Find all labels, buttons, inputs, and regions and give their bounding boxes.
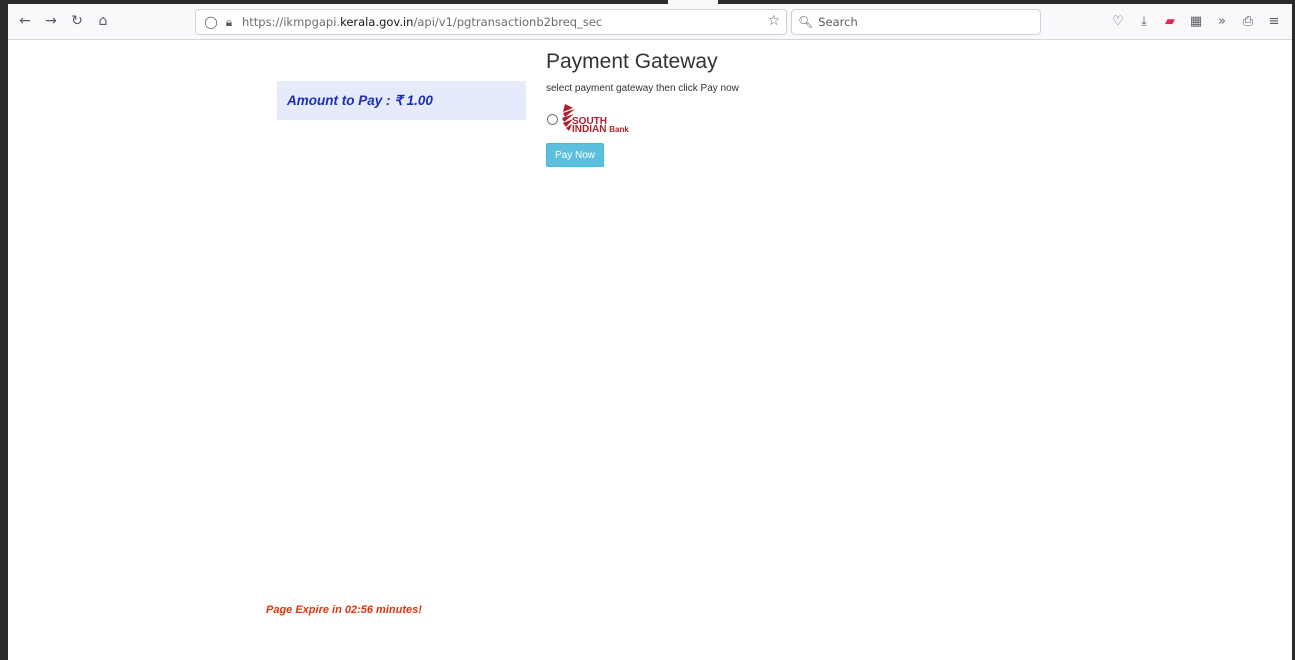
url-domain: kerala.gov.in xyxy=(340,15,414,29)
reload-icon[interactable]: ↻ xyxy=(66,10,88,32)
back-icon[interactable]: ← xyxy=(14,10,36,32)
bookmark-star-icon[interactable]: ☆ xyxy=(767,13,780,29)
window-frame xyxy=(0,0,1295,660)
download-icon[interactable]: ⤓ xyxy=(1134,11,1154,31)
account-icon[interactable]: ⎙ xyxy=(1238,11,1258,31)
search-bar[interactable]: 🔍︎ xyxy=(791,9,1041,35)
url-text[interactable]: https://ikmpgapi.kerala.gov.in/api/v1/pg… xyxy=(242,15,602,29)
pocket-icon[interactable]: ♡ xyxy=(1108,11,1128,31)
amount-to-pay: Amount to Pay : ₹ 1.00 xyxy=(287,93,433,108)
bank-name-line2: INDIAN xyxy=(572,124,607,135)
extension-icon[interactable]: ▰ xyxy=(1160,11,1180,31)
browser-toolbar: ← → ↻ ⌂ ◯ 🔒︎ https://ikmpgapi.kerala.gov… xyxy=(8,0,1292,40)
toolbar-icons: ♡ ⤓ ▰ ▦ » ⎙ ≡ xyxy=(1108,10,1284,32)
menu-icon[interactable]: ≡ xyxy=(1264,11,1284,31)
search-icon: 🔍︎ xyxy=(798,15,814,29)
search-input[interactable] xyxy=(818,15,1019,29)
page-title: Payment Gateway xyxy=(546,50,718,73)
bank-name-line3: Bank xyxy=(609,125,629,134)
gateway-instructions: select payment gateway then click Pay no… xyxy=(546,83,739,94)
shield-icon[interactable]: ◯ xyxy=(202,13,220,31)
active-tab-indicator xyxy=(668,0,718,4)
expiry-timer: Page Expire in 02:56 minutes! xyxy=(266,604,422,616)
lock-icon[interactable]: 🔒︎ xyxy=(220,13,238,31)
overflow-icon[interactable]: » xyxy=(1212,11,1232,31)
bank-name: SOUTH INDIAN Bank xyxy=(572,117,629,135)
home-icon[interactable]: ⌂ xyxy=(92,10,114,32)
screenshot-icon[interactable]: ▦ xyxy=(1186,11,1206,31)
amount-panel: Amount to Pay : ₹ 1.00 xyxy=(277,81,526,120)
url-path: /api/v1/pgtransactionb2breq_sec xyxy=(413,15,603,29)
gateway-radio-south-indian-bank[interactable] xyxy=(547,114,558,125)
url-bar[interactable]: ◯ 🔒︎ https://ikmpgapi.kerala.gov.in/api/… xyxy=(195,9,787,35)
url-prefix: https://ikmpgapi. xyxy=(242,15,341,29)
pay-now-button[interactable]: Pay Now xyxy=(546,143,604,167)
forward-icon[interactable]: → xyxy=(40,10,62,32)
